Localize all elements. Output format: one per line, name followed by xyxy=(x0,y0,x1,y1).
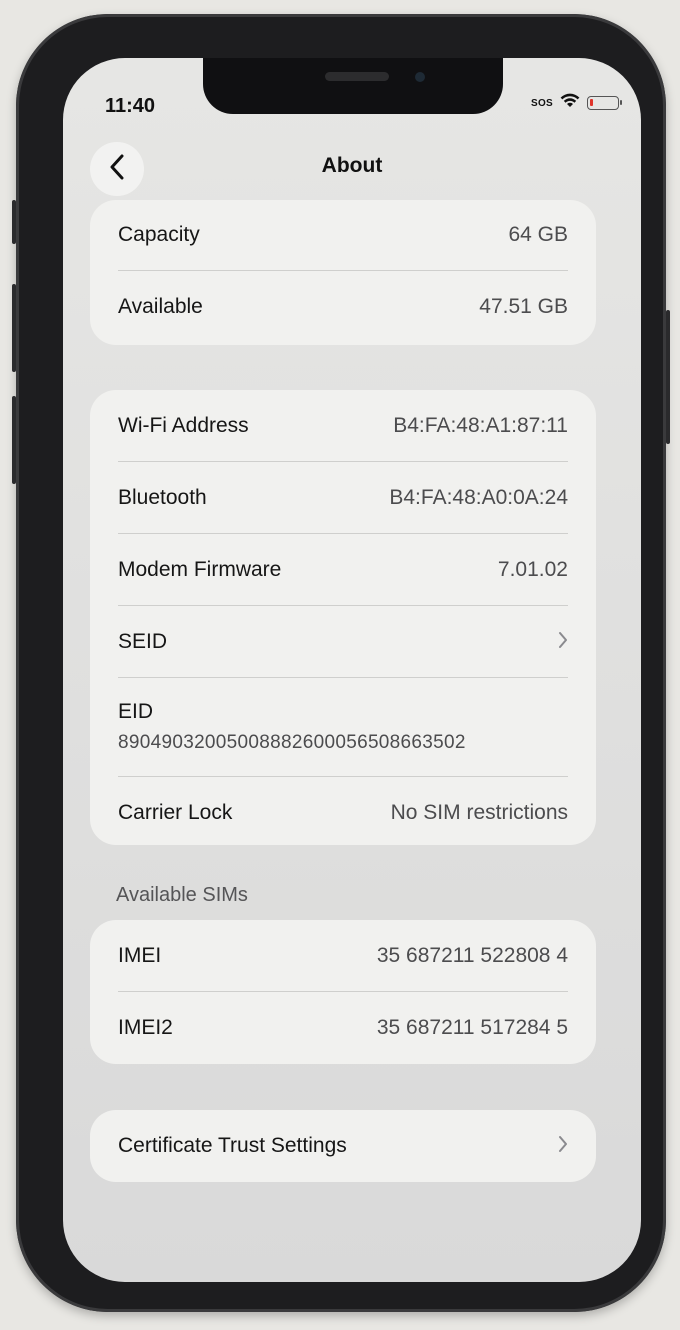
imei2-row: IMEI2 35 687211 517284 5 xyxy=(118,992,568,1063)
wifi-address-value: B4:FA:48:A1:87:11 xyxy=(393,413,568,437)
bluetooth-label: Bluetooth xyxy=(118,485,207,509)
certificate-group: Certificate Trust Settings xyxy=(90,1110,596,1182)
imei-row: IMEI 35 687211 522808 4 xyxy=(118,920,568,992)
wifi-icon xyxy=(560,93,580,113)
imei-value: 35 687211 522808 4 xyxy=(376,943,568,967)
carrier-lock-row: Carrier Lock No SIM restrictions xyxy=(118,777,568,848)
imei2-value: 35 687211 517284 5 xyxy=(376,1015,568,1039)
modem-firmware-label: Modem Firmware xyxy=(118,557,282,581)
status-icons: SOS xyxy=(530,93,622,113)
volume-down-button xyxy=(12,396,16,484)
wifi-address-label: Wi-Fi Address xyxy=(118,413,249,437)
chevron-right-icon xyxy=(558,1133,568,1159)
imei2-label: IMEI2 xyxy=(118,1015,173,1039)
capacity-row: Capacity 64 GB xyxy=(118,200,568,271)
volume-up-button xyxy=(12,284,16,372)
available-row: Available 47.51 GB xyxy=(118,271,568,343)
seid-label: SEID xyxy=(118,629,168,653)
sims-group: IMEI 35 687211 522808 4 IMEI2 35 687211 … xyxy=(90,920,596,1064)
page-title: About xyxy=(321,154,383,177)
power-button xyxy=(666,310,670,444)
mute-switch xyxy=(12,200,16,244)
carrier-lock-value: No SIM restrictions xyxy=(390,800,568,824)
available-value: 47.51 GB xyxy=(479,295,568,318)
navigation-bar: About xyxy=(63,138,641,198)
seid-row[interactable]: SEID xyxy=(118,606,568,678)
eid-label: EID xyxy=(118,700,154,723)
certificate-trust-settings-label: Certificate Trust Settings xyxy=(118,1134,347,1157)
network-group: Wi-Fi Address B4:FA:48:A1:87:11 Bluetoot… xyxy=(90,390,596,845)
storage-group: Capacity 64 GB Available 47.51 GB xyxy=(90,200,596,345)
chevron-right-icon xyxy=(558,629,568,655)
bluetooth-row: Bluetooth B4:FA:48:A0:0A:24 xyxy=(118,462,568,534)
earpiece-speaker xyxy=(325,72,389,81)
modem-firmware-row: Modem Firmware 7.01.02 xyxy=(118,534,568,606)
bluetooth-value: B4:FA:48:A0:0A:24 xyxy=(389,485,568,509)
battery-level xyxy=(590,99,593,106)
notch xyxy=(203,58,503,114)
modem-firmware-value: 7.01.02 xyxy=(497,557,568,581)
sos-indicator: SOS xyxy=(530,97,553,109)
certificate-trust-settings-row[interactable]: Certificate Trust Settings xyxy=(118,1110,568,1182)
available-sims-header: Available SIMs xyxy=(116,884,248,906)
carrier-lock-label: Carrier Lock xyxy=(118,800,233,824)
capacity-label: Capacity xyxy=(118,223,200,246)
battery-icon xyxy=(587,96,622,110)
available-label: Available xyxy=(118,295,203,318)
wifi-address-row: Wi-Fi Address B4:FA:48:A1:87:11 xyxy=(118,390,568,462)
capacity-value: 64 GB xyxy=(508,223,568,246)
screen: 11:40 SOS About Capacity 64 GB Available… xyxy=(63,58,641,1282)
front-camera xyxy=(415,72,425,82)
imei-label: IMEI xyxy=(118,943,162,967)
eid-row: EID 89049032005008882600056508663502 xyxy=(118,678,568,777)
status-time: 11:40 xyxy=(105,95,156,117)
eid-value: 89049032005008882600056508663502 xyxy=(118,732,466,753)
phone-frame: 11:40 SOS About Capacity 64 GB Available… xyxy=(12,14,670,1312)
